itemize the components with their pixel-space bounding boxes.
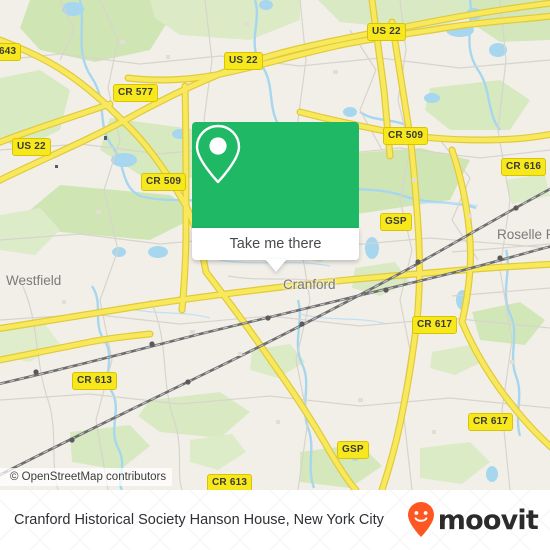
moovit-wordmark: moovit <box>437 504 539 536</box>
map-canvas[interactable]: 643 US 22 US 22 CR 577 US 22 CR 509 CR 5… <box>0 0 550 490</box>
road-shield: CR 616 <box>501 158 547 176</box>
road-shield: GSP <box>380 213 412 231</box>
popup-pointer-tail <box>264 259 287 272</box>
take-me-there-label: Take me there <box>229 236 322 252</box>
place-title: Cranford Historical Society Hanson House… <box>14 511 384 528</box>
road-shield: CR 613 <box>72 372 118 390</box>
moovit-smiley-pin-icon <box>407 502 434 537</box>
road-shield: US 22 <box>367 23 406 41</box>
moovit-place-map-screen: 643 US 22 US 22 CR 577 US 22 CR 509 CR 5… <box>0 0 550 550</box>
take-me-there-button[interactable]: Take me there <box>192 228 359 272</box>
road-shield: CR 617 <box>412 316 458 334</box>
place-label-cranford: Cranford <box>283 277 336 292</box>
map-pin-icon <box>195 124 241 184</box>
road-shield: GSP <box>337 441 369 459</box>
road-shield: CR 613 <box>207 474 253 490</box>
road-shield: CR 617 <box>468 413 514 431</box>
road-shield: CR 577 <box>113 84 159 102</box>
place-popup-card[interactable]: Take me there <box>192 122 359 272</box>
page-footer: Cranford Historical Society Hanson House… <box>0 490 550 550</box>
osm-attribution[interactable]: © OpenStreetMap contributors <box>0 468 173 486</box>
road-shield: 643 <box>0 43 22 61</box>
moovit-brand[interactable]: moovit <box>406 501 539 539</box>
popup-image-area <box>192 122 359 228</box>
road-shield: CR 509 <box>141 173 187 191</box>
road-shield: CR 509 <box>383 127 429 145</box>
place-label-westfield: Westfield <box>6 273 62 288</box>
road-shield: US 22 <box>12 138 51 156</box>
place-label-roselle-park: Roselle Park <box>497 227 550 242</box>
road-shield: US 22 <box>224 52 263 70</box>
